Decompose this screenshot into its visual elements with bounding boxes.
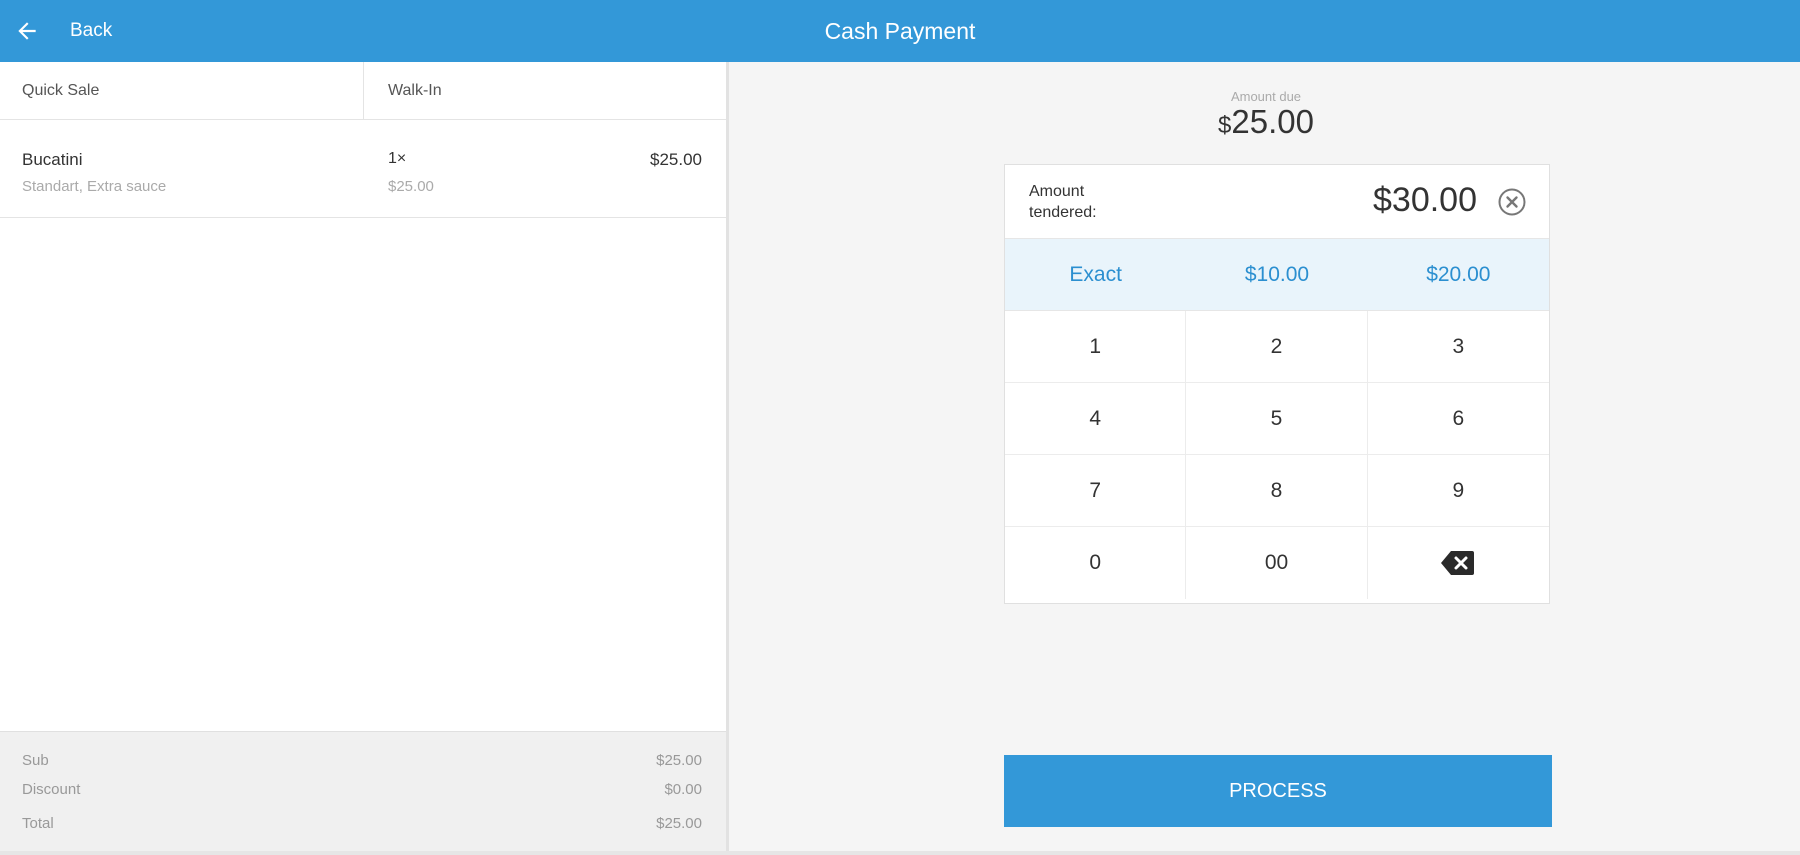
order-type-tab[interactable]: Quick Sale — [0, 62, 364, 119]
key-1[interactable]: 1 — [1005, 311, 1187, 383]
clear-circle-icon[interactable] — [1497, 187, 1527, 217]
customer-tab[interactable]: Walk-In — [364, 62, 726, 119]
key-6[interactable]: 6 — [1367, 383, 1549, 455]
amount-due-value: $25.00 — [732, 103, 1800, 141]
discount-value: $0.00 — [664, 781, 702, 798]
backspace-icon — [1441, 551, 1475, 575]
key-00[interactable]: 00 — [1186, 527, 1368, 599]
amount-due-currency: $ — [1218, 112, 1232, 139]
amount-tendered-row: Amount tendered: $30.00 — [1005, 165, 1549, 239]
subtotal-label: Sub — [22, 752, 49, 769]
payment-panel: Amount due $25.00 Amount tendered: $30.0… — [732, 62, 1800, 851]
arrow-left-icon — [18, 22, 36, 40]
item-unit-price: $25.00 — [388, 178, 434, 195]
amount-tendered-label-line2: tendered: — [1029, 204, 1097, 221]
backspace-button[interactable] — [1368, 527, 1549, 599]
order-header: Quick Sale Walk-In — [0, 62, 726, 120]
total-value: $25.00 — [656, 815, 702, 832]
item-name: Bucatini — [22, 150, 83, 169]
subtotal-row: Sub $25.00 — [22, 752, 702, 774]
order-panel: Quick Sale Walk-In Bucatini Standart, Ex… — [0, 62, 729, 851]
amount-due-number: 25.00 — [1231, 103, 1314, 140]
back-label: Back — [70, 20, 113, 41]
key-4[interactable]: 4 — [1005, 383, 1187, 455]
total-row: Total $25.00 — [22, 815, 702, 837]
order-item-row[interactable]: Bucatini Standart, Extra sauce 1× $25.00… — [0, 120, 726, 218]
key-0[interactable]: 0 — [1005, 527, 1187, 599]
discount-row: Discount $0.00 — [22, 781, 702, 803]
discount-label: Discount — [22, 781, 81, 798]
top-bar: Back Cash Payment — [0, 0, 1800, 62]
number-keys: 1 2 3 4 5 6 7 8 9 0 00 — [1005, 311, 1549, 599]
quick-amounts: Exact $10.00 $20.00 — [1005, 239, 1549, 311]
twenty-dollar-button[interactable]: $20.00 — [1368, 239, 1549, 310]
subtotal-value: $25.00 — [656, 752, 702, 769]
exact-amount-button[interactable]: Exact — [1005, 239, 1186, 310]
total-label: Total — [22, 815, 54, 832]
order-totals: Sub $25.00 Discount $0.00 Total $25.00 — [0, 731, 726, 851]
back-button[interactable]: Back — [14, 0, 112, 62]
item-price: $25.00 — [650, 150, 702, 169]
key-8[interactable]: 8 — [1186, 455, 1368, 527]
amount-tendered-value: $30.00 — [1373, 181, 1477, 219]
cash-keypad: Amount tendered: $30.00 Exact $10.00 $20… — [1004, 164, 1550, 604]
key-7[interactable]: 7 — [1005, 455, 1187, 527]
key-2[interactable]: 2 — [1186, 311, 1368, 383]
key-5[interactable]: 5 — [1186, 383, 1368, 455]
ten-dollar-button[interactable]: $10.00 — [1186, 239, 1367, 310]
bottom-divider — [0, 851, 1800, 855]
item-quantity: 1× — [388, 150, 407, 167]
amount-tendered-label: Amount tendered: — [1029, 181, 1097, 223]
key-9[interactable]: 9 — [1367, 455, 1549, 527]
amount-due-label: Amount due — [1230, 89, 1302, 104]
amount-tendered-label-line1: Amount — [1029, 183, 1085, 200]
process-button[interactable]: PROCESS — [1004, 755, 1552, 827]
key-3[interactable]: 3 — [1367, 311, 1549, 383]
item-modifiers: Standart, Extra sauce — [22, 178, 167, 195]
page-title: Cash Payment — [824, 17, 976, 44]
